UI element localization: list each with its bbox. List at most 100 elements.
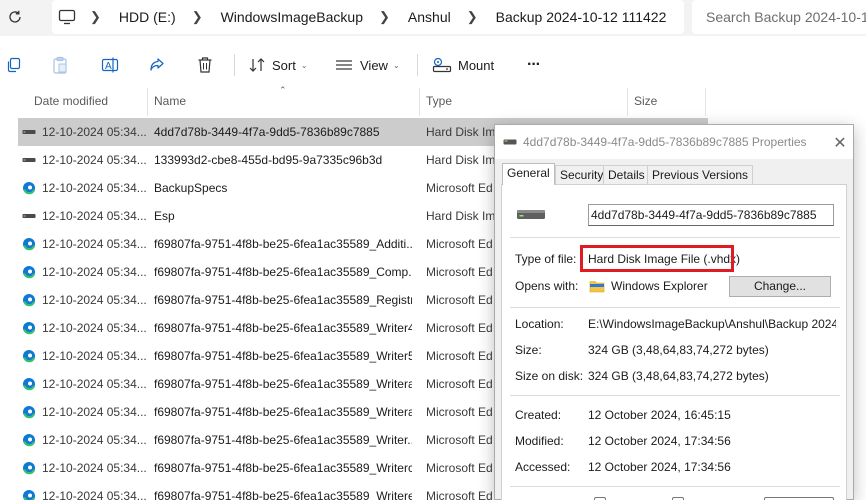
- divider: [510, 395, 840, 396]
- column-divider[interactable]: [705, 88, 706, 116]
- drive-icon: [22, 214, 36, 218]
- edge-icon: [23, 350, 36, 363]
- folder-icon: [589, 281, 605, 293]
- file-type: Microsoft Ed: [426, 377, 493, 391]
- view-icon: [336, 60, 352, 70]
- drive-icon: [22, 158, 36, 162]
- edge-icon: [23, 182, 36, 195]
- file-date: 12-10-2024 05:34...: [42, 377, 147, 391]
- size-on-disk-value: 324 GB (3,48,64,83,74,272 bytes): [588, 369, 769, 383]
- column-header-row: Date modified ⌃ Name Type Size: [0, 85, 706, 116]
- column-header-name[interactable]: Name: [154, 94, 186, 108]
- file-type: Hard Disk Im: [426, 209, 496, 223]
- sort-ascending-icon: ⌃: [279, 85, 287, 95]
- file-name: f69807fa-9751-4f8b-be25-6fea1ac35589_Wri…: [154, 321, 412, 335]
- file-type: Microsoft Ed: [426, 293, 493, 307]
- change-button[interactable]: Change...: [729, 276, 831, 297]
- breadcrumb-backup[interactable]: Backup 2024-10-12 111422: [496, 9, 667, 25]
- search-input[interactable]: Search Backup 2024-10-1: [692, 0, 866, 34]
- column-header-size[interactable]: Size: [634, 94, 657, 108]
- sort-button[interactable]: Sort ⌄: [248, 53, 308, 77]
- opens-with-label: Opens with:: [515, 279, 579, 293]
- accessed-value: 12 October 2024, 17:34:56: [588, 460, 731, 474]
- properties-dialog: 4dd7d78b-3449-4f7a-9dd5-7836b89c7885 Pro…: [494, 124, 854, 500]
- address-bar: ❯ HDD (E:) ❯ WindowsImageBackup ❯ Anshul…: [0, 0, 866, 36]
- file-date: 12-10-2024 05:34...: [42, 237, 147, 251]
- chevron-right-icon: ❯: [191, 9, 203, 24]
- mount-button[interactable]: Mount: [432, 53, 494, 77]
- created-label: Created:: [515, 408, 562, 422]
- edge-icon: [23, 238, 36, 251]
- column-divider[interactable]: [147, 88, 148, 116]
- clipboard-icon: [53, 56, 67, 74]
- chevron-right-icon: ❯: [90, 9, 101, 24]
- column-header-type[interactable]: Type: [426, 94, 452, 108]
- edge-icon: [23, 490, 36, 500]
- drive-icon: [22, 130, 36, 134]
- chevron-down-icon: ⌄: [392, 60, 400, 70]
- view-button[interactable]: View ⌄: [335, 53, 400, 77]
- file-type: Hard Disk Im: [426, 153, 496, 167]
- share-button[interactable]: [148, 53, 166, 77]
- opens-with-value: Windows Explorer: [611, 279, 708, 293]
- tab-security[interactable]: Security: [555, 165, 609, 184]
- path-box[interactable]: ❯ HDD (E:) ❯ WindowsImageBackup ❯ Anshul…: [52, 0, 684, 34]
- divider: [510, 237, 840, 238]
- tab-previous-versions[interactable]: Previous Versions: [647, 165, 754, 184]
- size-label: Size:: [515, 343, 542, 357]
- file-type: Microsoft Ed: [426, 405, 493, 419]
- edge-icon: [23, 294, 36, 307]
- highlight-box: [580, 245, 734, 272]
- chevron-right-icon: ❯: [466, 9, 478, 24]
- file-name: f69807fa-9751-4f8b-be25-6fea1ac35589_Wri…: [154, 349, 412, 363]
- file-type: Hard Disk Im: [426, 125, 496, 139]
- refresh-button[interactable]: [4, 6, 26, 28]
- edge-icon: [23, 322, 36, 335]
- file-name: f69807fa-9751-4f8b-be25-6fea1ac35589_Wri…: [154, 405, 412, 419]
- tab-details[interactable]: Details: [603, 165, 650, 184]
- file-date: 12-10-2024 05:34...: [42, 153, 147, 167]
- file-date: 12-10-2024 05:34...: [42, 209, 147, 223]
- file-date: 12-10-2024 05:34...: [42, 349, 147, 363]
- file-date: 12-10-2024 05:34...: [42, 293, 147, 307]
- breadcrumb-anshul[interactable]: Anshul: [408, 9, 451, 25]
- file-date: 12-10-2024 05:34...: [42, 181, 147, 195]
- file-date: 12-10-2024 05:34...: [42, 321, 147, 335]
- rename-button[interactable]: A: [101, 53, 119, 77]
- delete-button[interactable]: [197, 53, 213, 77]
- mount-drive-icon: [432, 57, 452, 73]
- location-value: E:\WindowsImageBackup\Anshul\Backup 2024…: [588, 317, 836, 331]
- breadcrumb-windowsimagebackup[interactable]: WindowsImageBackup: [221, 9, 363, 25]
- file-name: f69807fa-9751-4f8b-be25-6fea1ac35589_Add…: [154, 237, 412, 251]
- copy-icon: [7, 57, 21, 73]
- file-name: f69807fa-9751-4f8b-be25-6fea1ac35589_Wri…: [154, 377, 412, 391]
- modified-value: 12 October 2024, 17:34:56: [588, 434, 731, 448]
- more-options-button[interactable]: ···: [527, 53, 541, 77]
- paste-button[interactable]: [52, 53, 68, 77]
- file-name-field[interactable]: 4dd7d78b-3449-4f7a-9dd5-7836b89c7885: [588, 204, 834, 226]
- tab-general[interactable]: General: [502, 163, 555, 185]
- view-label: View: [360, 57, 388, 73]
- file-date: 12-10-2024 05:34...: [42, 265, 147, 279]
- drive-icon: [517, 210, 545, 219]
- column-divider[interactable]: [627, 88, 628, 116]
- file-name: f69807fa-9751-4f8b-be25-6fea1ac35589_Com…: [154, 265, 412, 279]
- file-date: 12-10-2024 05:34...: [42, 125, 147, 139]
- edge-icon: [23, 406, 36, 419]
- column-divider[interactable]: [419, 88, 420, 116]
- general-tab-panel: 4dd7d78b-3449-4f7a-9dd5-7836b89c7885 Typ…: [501, 184, 847, 500]
- file-type: Microsoft Ed: [426, 349, 493, 363]
- file-name: f69807fa-9751-4f8b-be25-6fea1ac35589_Wri…: [154, 433, 412, 447]
- copy-button[interactable]: [6, 53, 22, 77]
- dialog-titlebar[interactable]: 4dd7d78b-3449-4f7a-9dd5-7836b89c7885 Pro…: [495, 125, 853, 159]
- monitor-icon: [58, 9, 76, 25]
- edge-icon: [23, 378, 36, 391]
- file-date: 12-10-2024 05:34...: [42, 433, 147, 447]
- column-header-date[interactable]: Date modified: [34, 94, 108, 108]
- breadcrumb-hdd[interactable]: HDD (E:): [119, 9, 176, 25]
- created-value: 12 October 2024, 16:45:15: [588, 408, 731, 422]
- close-icon[interactable]: ✕: [831, 133, 849, 152]
- file-name: f69807fa-9751-4f8b-be25-6fea1ac35589_Wri…: [154, 461, 412, 475]
- accessed-label: Accessed:: [515, 460, 571, 474]
- file-name: f69807fa-9751-4f8b-be25-6fea1ac35589_Reg…: [154, 293, 412, 307]
